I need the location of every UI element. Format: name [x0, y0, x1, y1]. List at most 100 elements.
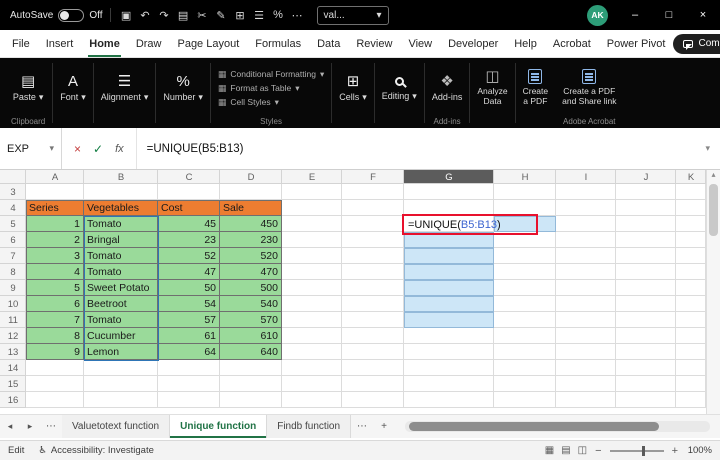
cell-F5[interactable] [342, 216, 404, 232]
cells-button[interactable]: ⊞ Cells ▾ [339, 61, 367, 115]
cell-F7[interactable] [342, 248, 404, 264]
col-header-C[interactable]: C [158, 170, 220, 184]
cell-B16[interactable] [84, 392, 158, 408]
cell-B13[interactable]: Lemon [84, 344, 158, 360]
cell-F16[interactable] [342, 392, 404, 408]
zoom-level[interactable]: 100% [686, 445, 712, 456]
col-header-H[interactable]: H [494, 170, 556, 184]
zoom-in-button[interactable]: + [672, 445, 678, 457]
scroll-up-icon[interactable]: ▴ [707, 170, 720, 182]
cell-A13[interactable]: 9 [26, 344, 84, 360]
menu-icon[interactable]: ☰ [251, 9, 268, 22]
cell-G9[interactable] [404, 280, 494, 296]
cell-J14[interactable] [616, 360, 676, 376]
cell-J7[interactable] [616, 248, 676, 264]
cell-F12[interactable] [342, 328, 404, 344]
cell-F13[interactable] [342, 344, 404, 360]
row-header-16[interactable]: 16 [0, 392, 26, 408]
menu-tab-draw[interactable]: Draw [128, 30, 170, 57]
analyze-data-button[interactable]: ◫ Analyze Data [477, 61, 507, 115]
cell-C13[interactable]: 64 [158, 344, 220, 360]
formula-bar-collapse-icon[interactable]: ▾ [695, 143, 720, 154]
cell-I10[interactable] [556, 296, 616, 312]
cell-I13[interactable] [556, 344, 616, 360]
cell-B14[interactable] [84, 360, 158, 376]
cell-K7[interactable] [676, 248, 706, 264]
cell-B8[interactable]: Tomato [84, 264, 158, 280]
cell-A16[interactable] [26, 392, 84, 408]
cell-E4[interactable] [282, 200, 342, 216]
cell-E12[interactable] [282, 328, 342, 344]
cell-F11[interactable] [342, 312, 404, 328]
cell-D13[interactable]: 640 [220, 344, 282, 360]
cell-E10[interactable] [282, 296, 342, 312]
row-header-7[interactable]: 7 [0, 248, 26, 264]
sheet-tab-valuetotext-function[interactable]: Valuetotext function [62, 415, 171, 438]
vertical-scrollbar[interactable]: ▴ [706, 170, 720, 414]
name-box[interactable]: EXP ▾ [0, 128, 62, 169]
cell-styles-button[interactable]: ▦ Cell Styles ▾ [218, 96, 324, 109]
cell-K16[interactable] [676, 392, 706, 408]
cell-F6[interactable] [342, 232, 404, 248]
cell-I16[interactable] [556, 392, 616, 408]
cell-D5[interactable]: 450 [220, 216, 282, 232]
editing-button[interactable]: Editing ▾ [382, 61, 417, 115]
cell-E7[interactable] [282, 248, 342, 264]
cell-H4[interactable] [494, 200, 556, 216]
cut-icon[interactable]: ✂ [194, 9, 211, 22]
col-header-J[interactable]: J [616, 170, 676, 184]
cell-I15[interactable] [556, 376, 616, 392]
menu-tab-file[interactable]: File [4, 30, 38, 57]
menu-tab-acrobat[interactable]: Acrobat [545, 30, 599, 57]
cell-G4[interactable] [404, 200, 494, 216]
menu-tab-home[interactable]: Home [81, 30, 128, 57]
cell-A7[interactable]: 3 [26, 248, 84, 264]
cell-B15[interactable] [84, 376, 158, 392]
alignment-button[interactable]: ☰ Alignment ▾ [101, 61, 149, 115]
cell-G16[interactable] [404, 392, 494, 408]
cell-J5[interactable] [616, 216, 676, 232]
cell-K12[interactable] [676, 328, 706, 344]
accessibility-status[interactable]: ♿ Accessibility: Investigate [38, 445, 154, 456]
cell-I9[interactable] [556, 280, 616, 296]
maximize-button[interactable]: □ [652, 0, 686, 30]
cell-I12[interactable] [556, 328, 616, 344]
cell-D9[interactable]: 500 [220, 280, 282, 296]
prev-sheet-icon[interactable]: ◂ [0, 415, 20, 438]
cell-E3[interactable] [282, 184, 342, 200]
font-button[interactable]: A Font ▾ [60, 61, 86, 115]
redo-icon[interactable]: ↷ [156, 9, 173, 22]
paste-button[interactable]: ▤ Paste ▾ [13, 61, 44, 115]
cell-F8[interactable] [342, 264, 404, 280]
cell-H12[interactable] [494, 328, 556, 344]
sheet-tab-unique-function[interactable]: Unique function [170, 415, 268, 438]
menu-tab-help[interactable]: Help [506, 30, 545, 57]
cell-I14[interactable] [556, 360, 616, 376]
cell-H8[interactable] [494, 264, 556, 280]
cell-E5[interactable] [282, 216, 342, 232]
cell-H16[interactable] [494, 392, 556, 408]
row-header-3[interactable]: 3 [0, 184, 26, 200]
cell-H15[interactable] [494, 376, 556, 392]
cell-A8[interactable]: 4 [26, 264, 84, 280]
cell-A5[interactable]: 1 [26, 216, 84, 232]
cell-B6[interactable]: Bringal [84, 232, 158, 248]
menu-tab-power-pivot[interactable]: Power Pivot [599, 30, 674, 57]
formula-input[interactable]: =UNIQUE(B5:B13) [137, 143, 696, 155]
minimize-button[interactable]: – [618, 0, 652, 30]
cell-E14[interactable] [282, 360, 342, 376]
cell-K14[interactable] [676, 360, 706, 376]
col-header-D[interactable]: D [220, 170, 282, 184]
zoom-out-button[interactable]: − [595, 445, 601, 457]
comments-button[interactable]: Comments [673, 33, 720, 54]
cell-J8[interactable] [616, 264, 676, 280]
cell-C6[interactable]: 23 [158, 232, 220, 248]
percent-icon[interactable]: % [270, 9, 287, 22]
cell-K3[interactable] [676, 184, 706, 200]
insert-function-icon[interactable]: fx [115, 143, 124, 155]
menu-tab-view[interactable]: View [400, 30, 440, 57]
cell-A11[interactable]: 7 [26, 312, 84, 328]
horizontal-scroll-thumb[interactable] [409, 422, 660, 431]
cell-B7[interactable]: Tomato [84, 248, 158, 264]
col-header-G[interactable]: G [404, 170, 494, 184]
